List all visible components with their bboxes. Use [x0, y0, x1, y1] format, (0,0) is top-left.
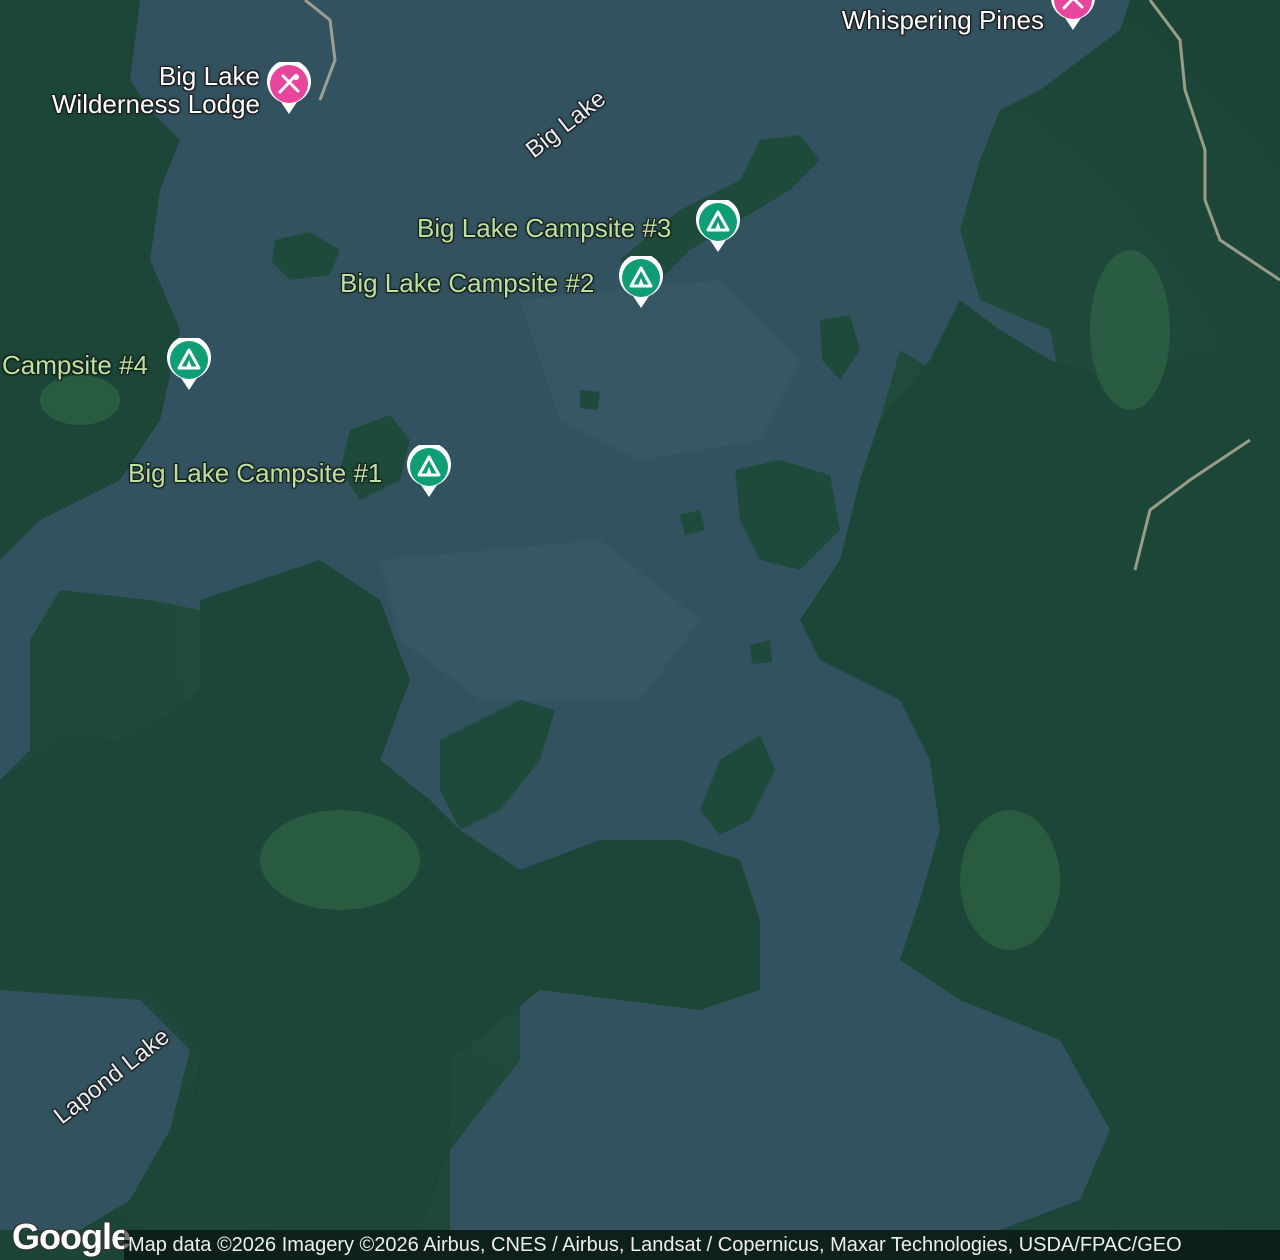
lodge-label-whispering-pines[interactable]: Whispering Pines [780, 6, 1044, 34]
lodge-label-line1: Big Lake [158, 61, 260, 91]
campsite-label-2[interactable]: Big Lake Campsite #2 [340, 270, 594, 296]
map-attribution[interactable]: Map data ©2026 Imagery ©2026 Airbus, CNE… [124, 1230, 1280, 1260]
lodge-icon[interactable] [265, 62, 313, 116]
lodge-icon[interactable] [1049, 0, 1097, 32]
campsite-tent-icon[interactable] [694, 200, 742, 254]
campsite-label-3[interactable]: Big Lake Campsite #3 [417, 215, 671, 241]
campsite-label-4[interactable]: Campsite #4 [2, 352, 148, 378]
campsite-tent-icon[interactable] [165, 338, 213, 392]
campsite-tent-icon[interactable] [405, 445, 453, 499]
campsite-label-1[interactable]: Big Lake Campsite #1 [128, 460, 382, 486]
lodge-label-line2: Wilderness Lodge [51, 89, 260, 119]
campsite-tent-icon[interactable] [617, 256, 665, 310]
lodge-label-big-lake-wilderness[interactable]: Big Lake Wilderness Lodge [30, 62, 260, 118]
google-logo: Google [12, 1216, 131, 1257]
satellite-map[interactable] [0, 0, 1280, 1260]
